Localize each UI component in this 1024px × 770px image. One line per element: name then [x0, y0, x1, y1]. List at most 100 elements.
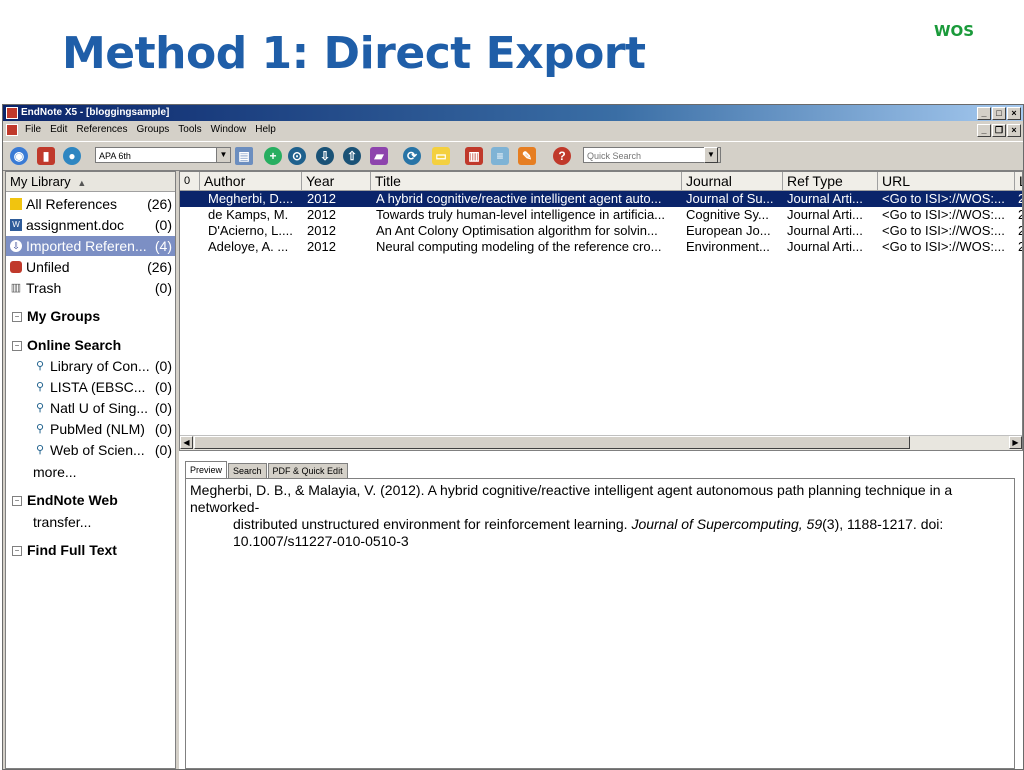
quick-search-field[interactable]: ▼ [583, 147, 721, 163]
menu-edit[interactable]: Edit [50, 122, 67, 138]
doc-minimize-button[interactable]: _ [977, 124, 991, 137]
quick-search-arrow[interactable]: ▼ [704, 147, 718, 163]
upload-icon[interactable]: ⇧ [343, 147, 361, 165]
menu-tools[interactable]: Tools [178, 122, 201, 138]
column-journal[interactable]: Journal [682, 172, 783, 190]
online-item-library-of-congress[interactable]: ⚲ Library of Con... (0) [6, 356, 175, 376]
group-count: (0) [154, 280, 172, 296]
online-item-label: Library of Con... [50, 358, 150, 374]
reference-preview: Megherbi, D. B., & Malayia, V. (2012). A… [185, 478, 1015, 769]
search-icon: ⚲ [35, 360, 45, 372]
scroll-thumb[interactable] [194, 436, 910, 449]
online-item-count: (0) [154, 442, 172, 458]
globe-icon[interactable]: ◉ [10, 147, 28, 165]
column-url[interactable]: URL [878, 172, 1015, 190]
output-style-value: APA 6th [99, 151, 131, 161]
column-year[interactable]: Year [302, 172, 371, 190]
collapse-icon[interactable]: − [12, 312, 22, 323]
format-icon[interactable]: ≡ [491, 147, 509, 165]
section-label: My Groups [27, 308, 101, 324]
find-full-text-section[interactable]: − Find Full Text [12, 540, 117, 560]
online-item-label: PubMed (NLM) [50, 421, 145, 437]
cell-url: <Go to ISI>://WOS:... [882, 223, 1005, 238]
group-imported-references[interactable]: ⇩ Imported Referen... (4) [6, 236, 175, 256]
download-icon[interactable]: ⇩ [316, 147, 334, 165]
cell-ref-type: Journal Arti... [787, 223, 863, 238]
online-item-label: LISTA (EBSC... [50, 379, 146, 395]
cell-url: <Go to ISI>://WOS:... [882, 191, 1005, 206]
minimize-button[interactable]: _ [977, 107, 991, 120]
add-icon[interactable]: + [264, 147, 282, 165]
table-row[interactable]: de Kamps, M. 2012 Towards truly human-le… [180, 207, 1022, 223]
citation-line-3: 10.1007/s11227-010-0510-3 [233, 533, 409, 549]
insert-citation-icon[interactable]: ▤ [235, 147, 253, 165]
find-icon[interactable]: ⊙ [288, 147, 306, 165]
doc-close-button[interactable]: × [1007, 124, 1021, 137]
menu-window[interactable]: Window [211, 122, 247, 138]
folder-icon[interactable]: ▰ [370, 147, 388, 165]
my-groups-section[interactable]: − My Groups [12, 306, 100, 326]
menu-file[interactable]: File [25, 122, 41, 138]
cell-author: D'Acierno, L.... [208, 223, 293, 238]
collapse-icon[interactable]: − [12, 546, 22, 557]
tab-search[interactable]: Search [228, 463, 267, 479]
quick-search-input[interactable] [584, 151, 697, 161]
endnote-web-transfer-link[interactable]: transfer... [33, 512, 91, 532]
online-item-natl-u-singapore[interactable]: ⚲ Natl U of Sing... (0) [6, 398, 175, 418]
group-label: Unfiled [26, 259, 70, 275]
column-last[interactable]: L [1015, 172, 1022, 190]
collapse-icon[interactable]: − [12, 496, 22, 507]
edit-icon[interactable]: ✎ [518, 147, 536, 165]
group-unfiled[interactable]: Unfiled (26) [6, 257, 175, 277]
close-button[interactable]: × [1007, 107, 1021, 120]
online-icon[interactable]: ● [63, 147, 81, 165]
tab-pdf-quick-edit[interactable]: PDF & Quick Edit [267, 463, 348, 479]
tab-preview[interactable]: Preview [185, 461, 228, 479]
cell-journal: Environment... [686, 239, 770, 254]
online-search-more-link[interactable]: more... [33, 462, 77, 482]
collapse-icon[interactable]: − [12, 341, 22, 352]
horizontal-scrollbar[interactable]: ◀ ▶ [180, 435, 1022, 450]
column-title[interactable]: Title [371, 172, 682, 190]
cell-last: 2 [1018, 239, 1022, 255]
maximize-button[interactable]: □ [992, 107, 1006, 120]
attachment-column-header[interactable]: 0 [180, 172, 200, 190]
menu-references[interactable]: References [76, 122, 127, 138]
sync-icon[interactable]: ⟳ [403, 147, 421, 165]
scroll-left-icon[interactable]: ◀ [180, 436, 193, 449]
group-assignment-doc[interactable]: W assignment.doc (0) [6, 215, 175, 235]
search-icon: ⚲ [35, 423, 45, 435]
cell-ref-type: Journal Arti... [787, 239, 863, 254]
table-row[interactable]: Adeloye, A. ... 2012 Neural computing mo… [180, 239, 1022, 255]
doc-restore-button[interactable]: ❐ [992, 124, 1006, 137]
import-icon: ⇩ [10, 240, 22, 252]
table-row[interactable]: Megherbi, D.... 2012 A hybrid cognitive/… [180, 191, 1022, 207]
menu-help[interactable]: Help [255, 122, 276, 138]
online-item-web-of-science[interactable]: ⚲ Web of Scien... (0) [6, 440, 175, 460]
group-trash[interactable]: ▥ Trash (0) [6, 278, 175, 298]
document-icon[interactable] [6, 124, 18, 136]
menu-groups[interactable]: Groups [137, 122, 170, 138]
section-label: Find Full Text [27, 542, 117, 558]
cell-title: Neural computing modeling of the referen… [376, 239, 662, 254]
source-tag: WOS [934, 22, 975, 40]
endnote-web-section[interactable]: − EndNote Web [12, 490, 118, 510]
group-label: Imported Referen... [26, 238, 147, 254]
library-icon[interactable]: ▮ [37, 147, 55, 165]
cell-year: 2012 [307, 239, 336, 254]
pdf-icon[interactable]: ▥ [465, 147, 483, 165]
online-search-section[interactable]: − Online Search [12, 335, 121, 355]
online-item-count: (0) [154, 400, 172, 416]
table-row[interactable]: D'Acierno, L.... 2012 An Ant Colony Opti… [180, 223, 1022, 239]
online-item-pubmed[interactable]: ⚲ PubMed (NLM) (0) [6, 419, 175, 439]
my-library-header[interactable]: My Library ▲ [6, 172, 175, 192]
group-all-references[interactable]: All References (26) [6, 194, 175, 214]
online-item-lista[interactable]: ⚲ LISTA (EBSC... (0) [6, 377, 175, 397]
column-author[interactable]: Author [200, 172, 302, 190]
help-icon[interactable]: ? [553, 147, 571, 165]
scroll-right-icon[interactable]: ▶ [1009, 436, 1022, 449]
column-ref-type[interactable]: Ref Type [783, 172, 878, 190]
note-icon[interactable]: ▭ [432, 147, 450, 165]
output-style-select[interactable]: APA 6th ▼ [95, 147, 231, 163]
chevron-down-icon[interactable]: ▼ [216, 148, 230, 162]
